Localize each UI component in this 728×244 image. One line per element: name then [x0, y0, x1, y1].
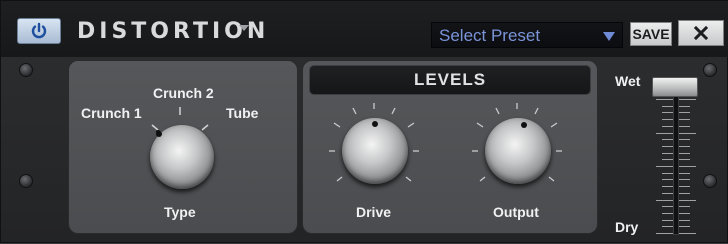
drive-knob[interactable]	[342, 118, 408, 184]
output-knob-label: Output	[493, 204, 539, 220]
output-knob[interactable]	[485, 118, 551, 184]
mix-slider-track[interactable]	[673, 87, 679, 235]
drive-knob-label: Drive	[356, 204, 392, 220]
slider-label-wet: Wet	[615, 73, 641, 89]
distortion-device-panel: DISTORTION Select Preset SAVE Crunch 1 C…	[0, 0, 728, 243]
slider-label-dry: Dry	[615, 219, 639, 235]
output-knob-indicator	[521, 122, 527, 128]
drive-knob-indicator	[372, 121, 378, 127]
mix-slider-handle[interactable]	[652, 77, 698, 97]
